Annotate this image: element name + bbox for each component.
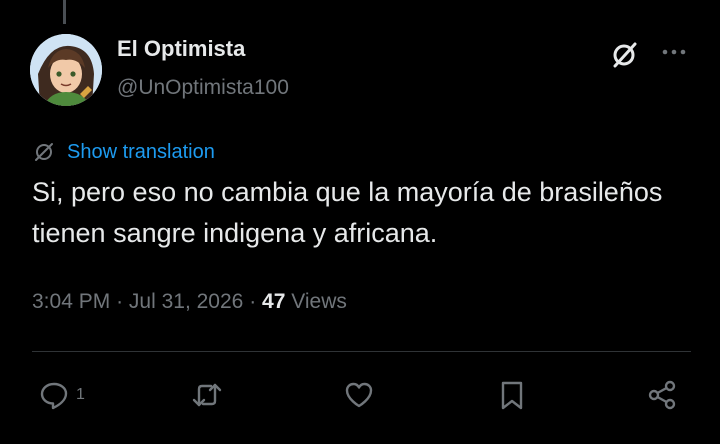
- reply-button[interactable]: 1: [38, 378, 85, 412]
- thread-connector-line: [63, 0, 66, 24]
- post-time[interactable]: 3:04 PM: [32, 290, 110, 313]
- repost-icon: [192, 383, 222, 407]
- bookmark-button[interactable]: [496, 378, 528, 412]
- bookmark-icon: [501, 381, 523, 410]
- author-handle[interactable]: @UnOptimista100: [117, 76, 289, 100]
- grok-icon[interactable]: [607, 38, 641, 72]
- avatar-image: [30, 34, 102, 106]
- meta-separator: ·: [249, 290, 257, 313]
- show-translation-row[interactable]: Show translation: [32, 138, 215, 166]
- views-label: Views: [291, 290, 347, 313]
- show-translation-link[interactable]: Show translation: [67, 141, 215, 164]
- share-button[interactable]: [646, 378, 678, 412]
- like-icon: [345, 382, 373, 408]
- grok-small-icon: [35, 143, 53, 161]
- reply-count: 1: [76, 386, 85, 403]
- post-text: Si, pero eso no cambia que la mayoría de…: [32, 177, 663, 248]
- post-date[interactable]: Jul 31, 2026: [129, 290, 243, 313]
- avatar[interactable]: [30, 34, 102, 106]
- share-icon: [648, 380, 676, 410]
- author-display-name[interactable]: El Optimista: [117, 36, 245, 62]
- views-count: 47: [262, 290, 286, 313]
- reply-icon: [40, 382, 68, 410]
- like-button[interactable]: [343, 378, 375, 412]
- repost-button[interactable]: [191, 378, 223, 412]
- post-meta: 3:04 PM · Jul 31, 2026 · 47 Views: [32, 290, 347, 314]
- more-icon[interactable]: [659, 44, 689, 60]
- divider: [32, 351, 691, 352]
- meta-separator: ·: [116, 290, 124, 313]
